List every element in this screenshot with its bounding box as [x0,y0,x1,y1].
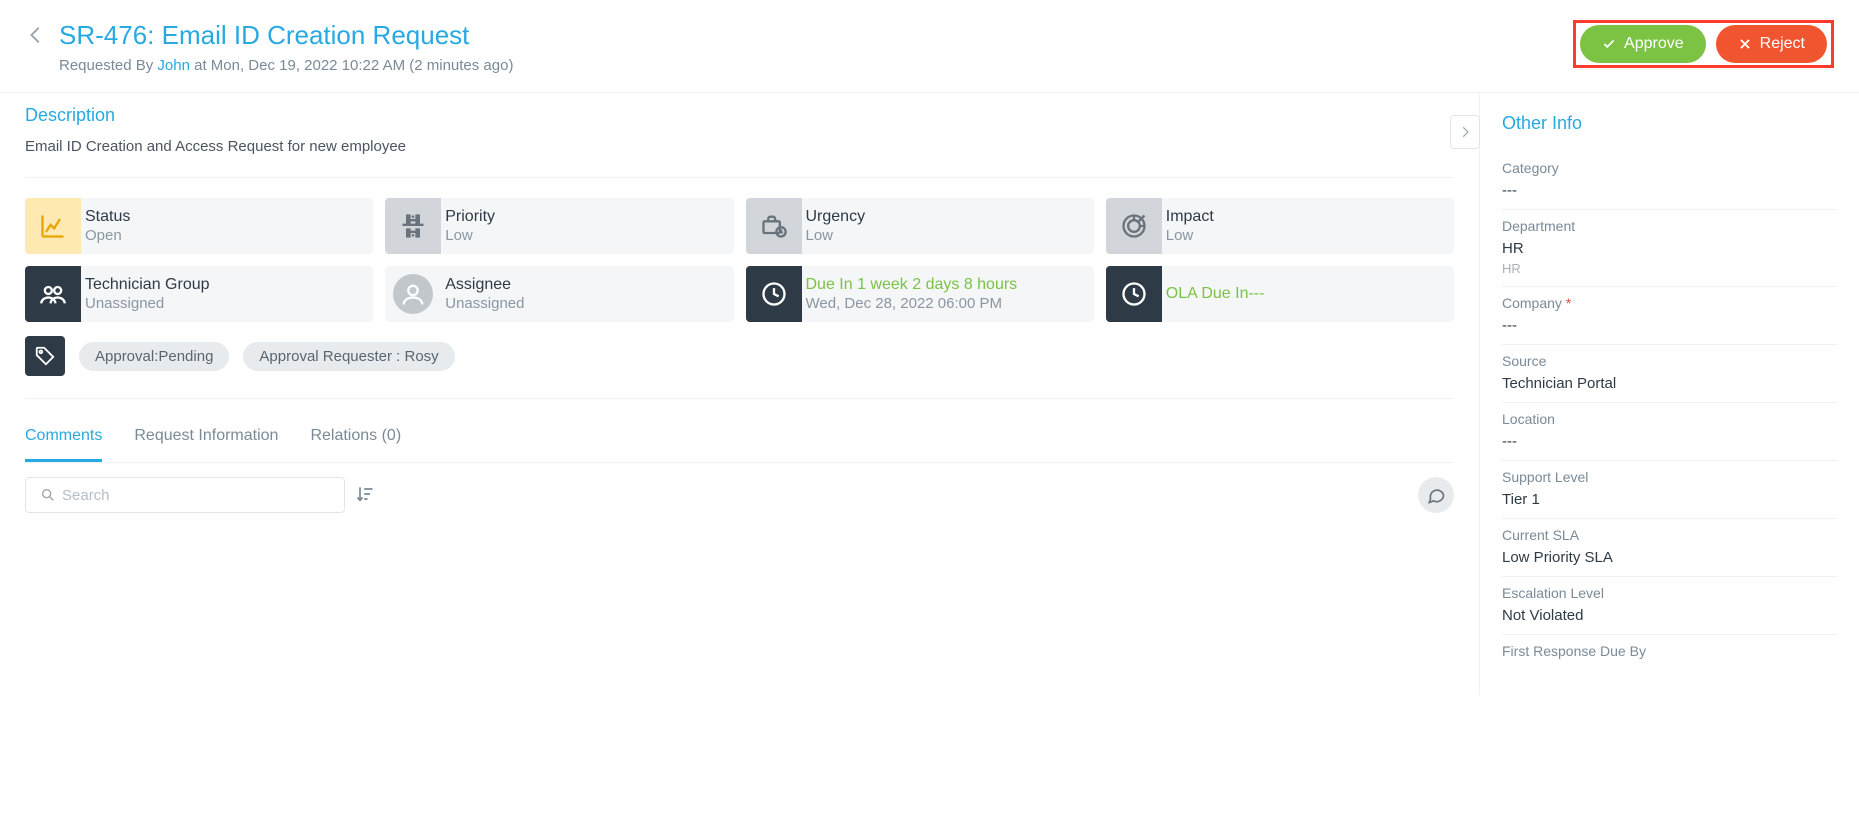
field-location-value: --- [1502,433,1837,450]
ola-card[interactable]: OLA Due In--- [1106,266,1454,322]
tags-icon[interactable] [25,336,65,376]
field-current-sla[interactable]: Current SLA Low Priority SLA [1502,519,1837,577]
status-card[interactable]: Status Open [25,198,373,254]
field-location[interactable]: Location --- [1502,403,1837,461]
tech-group-value: Unassigned [85,295,210,314]
description-body: Email ID Creation and Access Request for… [25,138,1454,178]
urgency-card[interactable]: Urgency Low [746,198,1094,254]
clock-icon [1106,266,1162,322]
check-icon [1602,37,1616,51]
field-department[interactable]: Department HR HR [1502,210,1837,287]
ola-label: OLA Due In--- [1166,284,1265,304]
field-company-value: --- [1502,317,1837,334]
field-source[interactable]: Source Technician Portal [1502,345,1837,403]
reject-label: Reject [1760,35,1805,53]
field-support-label: Support Level [1502,469,1837,485]
target-icon [1106,198,1162,254]
status-icon [25,198,81,254]
sort-button[interactable] [355,484,375,507]
field-support-value: Tier 1 [1502,491,1837,508]
description-heading: Description [25,105,1454,126]
back-arrow-icon[interactable] [25,20,47,49]
priority-value: Low [445,227,495,246]
field-department-label: Department [1502,218,1837,234]
clock-icon [746,266,802,322]
field-support-level[interactable]: Support Level Tier 1 [1502,461,1837,519]
field-location-label: Location [1502,411,1837,427]
assignee-label: Assignee [445,275,524,295]
detail-tabs: Comments Request Information Relations (… [25,417,1454,463]
assignee-card[interactable]: Assignee Unassigned [385,266,733,322]
reject-button[interactable]: Reject [1716,25,1827,63]
stats-grid-row2: Technician Group Unassigned Assignee Una… [25,266,1454,322]
field-first-response-label: First Response Due By [1502,643,1837,659]
page-header: SR-476: Email ID Creation Request Reques… [0,0,1859,93]
collapse-sidebar-button[interactable] [1450,115,1480,149]
status-value: Open [85,227,130,246]
tag-approval-pending[interactable]: Approval:Pending [79,342,229,371]
comments-search-input[interactable] [62,487,336,504]
impact-value: Low [1166,227,1214,246]
requested-user-link[interactable]: John [157,57,190,74]
other-info-panel: Other Info Category --- Department HR HR… [1479,93,1859,695]
tab-request-information[interactable]: Request Information [134,417,278,462]
field-source-label: Source [1502,353,1837,369]
group-icon [25,266,81,322]
due-card[interactable]: Due In 1 week 2 days 8 hours Wed, Dec 28… [746,266,1094,322]
impact-card[interactable]: Impact Low [1106,198,1454,254]
close-icon [1738,37,1752,51]
field-department-sub: HR [1502,261,1837,276]
tab-comments[interactable]: Comments [25,417,102,462]
priority-icon [385,198,441,254]
new-comment-button[interactable] [1418,477,1454,513]
sort-icon [355,484,375,504]
title-block: SR-476: Email ID Creation Request Reques… [59,20,513,74]
impact-label: Impact [1166,207,1214,227]
priority-card[interactable]: Priority Low [385,198,733,254]
chat-icon [1426,485,1446,505]
comments-toolbar [25,477,1454,513]
field-category-value: --- [1502,182,1837,199]
tech-group-card[interactable]: Technician Group Unassigned [25,266,373,322]
header-left: SR-476: Email ID Creation Request Reques… [25,20,513,74]
ticket-title: SR-476: Email ID Creation Request [59,20,513,51]
tag-approval-requester[interactable]: Approval Requester : Rosy [243,342,454,371]
field-company[interactable]: Company * --- [1502,287,1837,345]
stats-grid-row1: Status Open Priority Low [25,198,1454,254]
field-sla-label: Current SLA [1502,527,1837,543]
priority-label: Priority [445,207,495,227]
field-escalation[interactable]: Escalation Level Not Violated [1502,577,1837,635]
field-company-label: Company * [1502,295,1837,311]
chevron-right-icon [1458,125,1472,139]
due-label: Due In 1 week 2 days 8 hours [806,275,1018,295]
other-info-title: Other Info [1502,113,1837,134]
field-category-label: Category [1502,160,1837,176]
search-icon [40,487,56,503]
field-escalation-value: Not Violated [1502,607,1837,624]
due-value: Wed, Dec 28, 2022 06:00 PM [806,295,1018,314]
tab-relations[interactable]: Relations (0) [310,417,401,462]
requested-by-line: Requested By John at Mon, Dec 19, 2022 1… [59,57,513,74]
field-source-value: Technician Portal [1502,375,1837,392]
tech-group-label: Technician Group [85,275,210,295]
approve-label: Approve [1624,35,1684,53]
assignee-value: Unassigned [445,295,524,314]
field-escalation-label: Escalation Level [1502,585,1837,601]
briefcase-clock-icon [746,198,802,254]
tags-row: Approval:Pending Approval Requester : Ro… [25,336,1454,399]
urgency-value: Low [806,227,866,246]
approval-actions-highlight: Approve Reject [1573,20,1834,68]
requested-suffix: at Mon, Dec 19, 2022 10:22 AM (2 minutes… [190,57,514,74]
approve-button[interactable]: Approve [1580,25,1706,63]
comments-search-wrap [25,477,345,513]
assignee-avatar-icon [385,266,441,322]
field-first-response[interactable]: First Response Due By [1502,635,1837,675]
urgency-label: Urgency [806,207,866,227]
requested-prefix: Requested By [59,57,157,74]
field-category[interactable]: Category --- [1502,152,1837,210]
field-sla-value: Low Priority SLA [1502,549,1837,566]
field-department-value: HR [1502,240,1837,257]
status-label: Status [85,207,130,227]
